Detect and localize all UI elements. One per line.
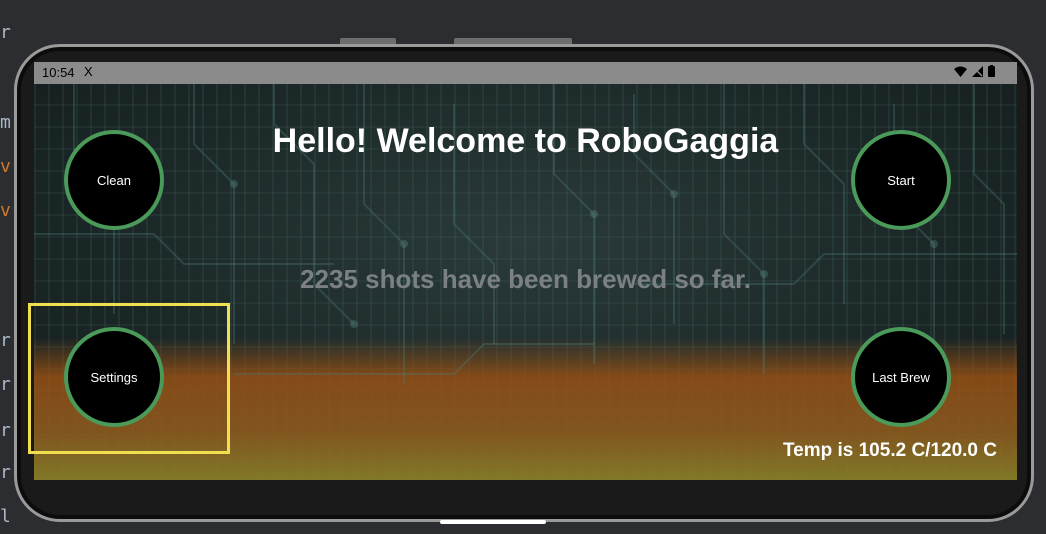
settings-button-label: Settings	[90, 369, 138, 385]
gutter-glyph: r	[0, 420, 11, 441]
last-brew-button[interactable]: Last Brew	[851, 327, 951, 427]
device-screen: 10:54 X Hello! Welcome to RoboGaggia 223…	[34, 62, 1017, 480]
gutter-glyph: v	[0, 156, 11, 177]
gutter-glyph: l	[0, 506, 11, 527]
start-button-label: Start	[887, 172, 915, 188]
wifi-icon	[954, 66, 967, 77]
battery-icon	[988, 65, 995, 77]
gutter-glyph: v	[0, 200, 11, 221]
status-time: 10:54	[42, 65, 75, 80]
clean-button-label: Clean	[97, 172, 131, 188]
start-button[interactable]: Start	[851, 130, 951, 230]
gutter-glyph: r	[0, 374, 11, 395]
settings-button[interactable]: Settings	[64, 327, 164, 427]
status-bar: 10:54 X	[34, 62, 1017, 84]
clean-button[interactable]: Clean	[64, 130, 164, 230]
editor-gutter: r m v v r r r r l	[0, 0, 14, 534]
app-main: Hello! Welcome to RoboGaggia 2235 shots …	[34, 84, 1017, 480]
shots-count-text: 2235 shots have been brewed so far.	[300, 264, 751, 294]
status-icons	[954, 65, 995, 77]
gutter-glyph: m	[0, 112, 11, 133]
last-brew-button-label: Last Brew	[872, 369, 930, 385]
gutter-glyph: r	[0, 22, 11, 43]
gutter-glyph: r	[0, 330, 11, 351]
gutter-glyph: r	[0, 462, 11, 483]
home-gesture-bar[interactable]	[440, 520, 546, 524]
temperature-readout: Temp is 105.2 C/120.0 C	[782, 440, 997, 461]
signal-icon	[972, 65, 983, 77]
status-notification-icon: X	[84, 64, 93, 79]
